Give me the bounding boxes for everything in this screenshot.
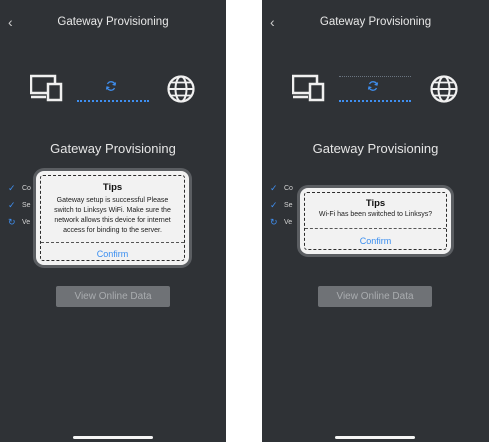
page-title: Gateway Provisioning [312, 141, 439, 156]
dialog-message: Gateway setup is successful Please switc… [54, 197, 171, 234]
confirm-button[interactable]: Confirm [36, 249, 189, 259]
view-online-data-button[interactable]: View Online Data [56, 286, 170, 307]
step-label: Se [22, 202, 31, 209]
chevron-left-icon[interactable]: ‹ [8, 0, 24, 44]
check-icon: ✓ [270, 200, 278, 210]
step-label: Co [284, 185, 293, 192]
sync-icon [105, 81, 117, 91]
step-label: Ve [284, 219, 293, 226]
dialog-title: Tips [365, 198, 386, 209]
devices-icon [30, 74, 63, 102]
step-item: ✓ Co [270, 180, 293, 197]
dialog-divider [305, 228, 446, 229]
step-label: Se [284, 202, 293, 209]
nav-header: ‹ Gateway Provisioning [262, 0, 489, 44]
sync-icon: ↻ [8, 217, 16, 227]
globe-icon [430, 75, 458, 103]
view-online-data-button[interactable]: View Online Data [318, 286, 432, 307]
dialog-divider [41, 242, 184, 243]
sync-icon [367, 81, 379, 91]
step-label: Co [22, 185, 31, 192]
check-icon: ✓ [8, 183, 16, 193]
connection-illustration [0, 74, 226, 104]
sync-icon: ↻ [270, 217, 278, 227]
connection-line [77, 100, 149, 102]
chevron-left-icon[interactable]: ‹ [270, 0, 286, 44]
provisioning-steps: ✓ Co ✓ Se ↻ Ve [270, 180, 293, 231]
home-indicator [73, 436, 153, 439]
header-title: Gateway Provisioning [57, 16, 169, 28]
step-item: ✓ Se [8, 197, 31, 214]
connection-line [339, 100, 411, 102]
check-icon: ✓ [270, 183, 278, 193]
header-title: Gateway Provisioning [319, 16, 432, 28]
phone-screen-left: ‹ Gateway Provisioning Gateway Provision… [0, 0, 226, 442]
dialog-message: Wi-Fi has been switched to Linksys? [318, 211, 433, 218]
step-item: ↻ Ve [270, 214, 293, 231]
nav-header: ‹ Gateway Provisioning [0, 0, 226, 44]
home-indicator [335, 436, 415, 439]
confirm-button[interactable]: Confirm [300, 236, 451, 246]
devices-icon [292, 74, 325, 102]
tips-dialog: Tips Gateway setup is successful Please … [36, 171, 189, 265]
step-label: Ve [22, 219, 31, 226]
step-item: ↻ Ve [8, 214, 31, 231]
tips-dialog: Tips Wi-Fi has been switched to Linksys?… [300, 188, 451, 254]
connection-illustration [262, 74, 489, 104]
phone-screen-right: ‹ Gateway Provisioning Gateway Provision… [262, 0, 489, 442]
provisioning-steps: ✓ Co ✓ Se ↻ Ve [8, 180, 31, 231]
check-icon: ✓ [8, 200, 16, 210]
dialog-title: Tips [102, 182, 123, 193]
page-title: Gateway Provisioning [50, 141, 176, 156]
connection-line-top [339, 76, 411, 77]
globe-icon [167, 75, 195, 103]
step-item: ✓ Co [8, 180, 31, 197]
step-item: ✓ Se [270, 197, 293, 214]
